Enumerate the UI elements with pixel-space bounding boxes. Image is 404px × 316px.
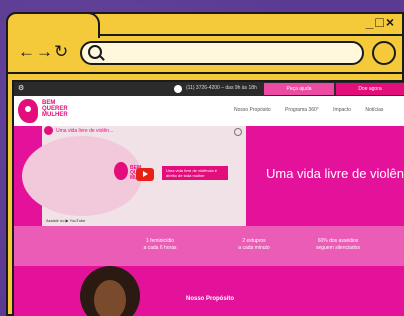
hero-section: Uma vida livre de violên... BEM QUERER M… [14, 126, 404, 226]
stat-rape: 2 estupros a cada minuto [224, 238, 284, 252]
video-tagline: Uma vida livre de violência é direito de… [162, 166, 228, 180]
video-title: Uma vida livre de violên... [56, 128, 114, 134]
phone-text: (11) 3726-4200 – das 9h às 18h [186, 85, 257, 91]
settings-icon[interactable]: ⚙ [18, 84, 24, 92]
page-viewport: ⚙ (11) 3726-4200 – das 9h às 18h Peça aj… [12, 80, 404, 316]
purpose-section: Nosso Propósito [14, 266, 404, 316]
stat-value: 1 feminicídio [145, 238, 175, 244]
donate-button[interactable]: Doe agora [336, 83, 404, 95]
address-bar[interactable] [80, 41, 364, 65]
menu-circle-button[interactable] [372, 41, 396, 65]
stat-harassment: 60% dos assédios seguem silenciados [308, 238, 368, 252]
stat-value: 2 estupros [242, 238, 266, 244]
stats-band: 1 feminicídio a cada 6 horas 2 estupros … [14, 226, 404, 266]
portrait-face [94, 280, 126, 316]
whatsapp-icon[interactable] [174, 85, 182, 93]
search-icon [88, 45, 102, 59]
hero-title: Uma vida livre de violên [266, 166, 404, 181]
help-button[interactable]: Peça ajuda [264, 83, 334, 95]
menu-item-proposito[interactable]: Nosso Propósito [234, 107, 271, 113]
menu-item-impacto[interactable]: Impacto [333, 107, 351, 113]
top-bar: ⚙ (11) 3726-4200 – das 9h às 18h Peça aj… [14, 82, 404, 96]
watch-later-icon[interactable] [234, 128, 242, 136]
tab-divider [98, 34, 404, 36]
browser-tab[interactable] [6, 12, 100, 38]
stat-caption: a cada minuto [238, 245, 270, 251]
play-icon[interactable] [136, 168, 154, 181]
channel-avatar-icon [44, 126, 53, 135]
main-menu: Nosso Propósito Programa 360° Impacto No… [234, 107, 396, 113]
youtube-link[interactable]: Assistir no ▶ YouTube [46, 218, 85, 223]
menu-item-noticias[interactable]: Notícias [365, 107, 383, 113]
brand-name[interactable]: BEM QUERER MULHER [42, 100, 82, 118]
section-title: Nosso Propósito [186, 296, 235, 302]
woman-portrait [76, 266, 146, 316]
toolbar-divider [6, 72, 404, 74]
stat-caption: seguem silenciados [316, 245, 360, 251]
window-controls[interactable]: _□× [366, 14, 396, 30]
video-embed[interactable]: Uma vida livre de violên... BEM QUERER M… [22, 126, 246, 226]
brand-logo-icon[interactable] [18, 99, 38, 123]
site-header: BEM QUERER MULHER Nosso Propósito Progra… [14, 96, 404, 126]
stat-caption: a cada 6 horas [143, 245, 177, 251]
stat-value: 60% dos assédios [317, 238, 359, 244]
menu-item-programa[interactable]: Programa 360° [285, 107, 319, 113]
nav-buttons[interactable]: ←→↻ [18, 42, 69, 62]
video-logo-icon [114, 162, 128, 180]
stat-femicide: 1 feminicídio a cada 6 horas [130, 238, 190, 252]
